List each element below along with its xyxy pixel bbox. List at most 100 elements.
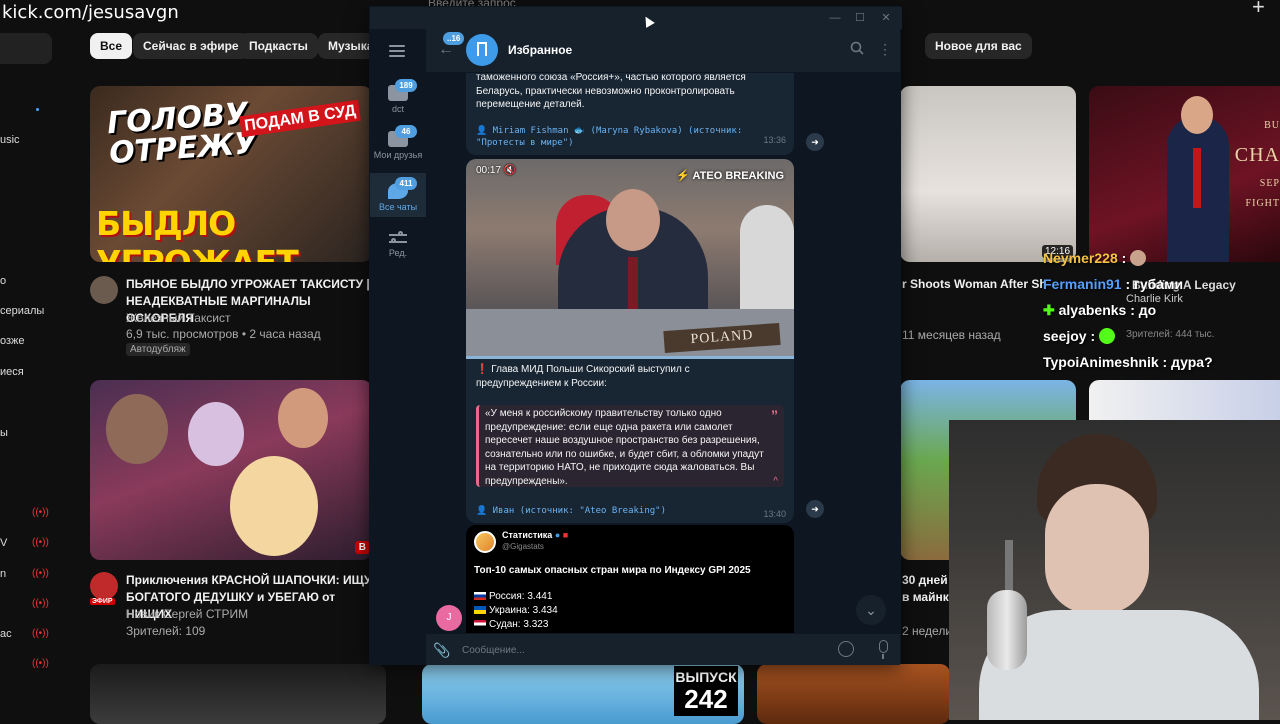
folder-edit[interactable]: Ред. [370,227,426,263]
message-source[interactable]: 👤 Иван (источник: "Ateo Breaking") [476,505,736,517]
unread-badge: 411 [395,177,417,190]
folder-label: Ред. [388,248,408,258]
emoji-icon[interactable] [838,641,854,657]
folder-my-friends[interactable]: Мои друзья 46 [370,123,426,169]
message-bubble[interactable]: таможенного союза «Россия+», частью кото… [466,73,794,155]
channel-name[interactable]: Железный Таксист [126,310,230,326]
video-thumbnail[interactable]: ГОЛОВУ ОТРЕЖУ ПОДАМ В СУД БЫДЛО УГРОЖАЕТ [90,86,372,262]
video-thumbnail[interactable]: BU CHA SEP FIGHT [1089,86,1280,262]
chat-title[interactable]: Избранное [508,43,572,57]
folder-label: Все чаты [378,202,418,212]
folder-dct[interactable]: dct 189 [370,77,426,114]
quote-block[interactable]: «У меня к российскому правительству толь… [476,405,784,487]
sidebar-item[interactable]: иеся [0,366,24,378]
folder-all-chats[interactable]: Все чаты 411 [370,173,426,217]
video-title-line2[interactable]: в майнкр [902,589,956,606]
more-options-icon[interactable]: ⋮ [878,41,892,58]
live-badge: В [354,541,370,554]
sidebar-item[interactable]: V [0,537,7,549]
video-progress-bar[interactable] [466,356,794,359]
video-brand: ⚡ ATEO BREAKING [676,170,784,182]
channel-avatar[interactable] [90,276,118,304]
microphone [987,590,1027,670]
message-bubble[interactable]: POLAND 00:17 🔇 ⚡ ATEO BREAKING ❗ Глава М… [466,159,794,523]
channel-name[interactable]: Новик Сергей СТРИМ [126,606,248,622]
video-thumbnail[interactable] [757,664,950,724]
chat-header: ← ..16 Избранное ⋮ [426,29,900,73]
video-thumbnail[interactable]: 12:16 [900,86,1076,262]
mute-icon[interactable]: 🔇 [504,165,516,176]
live-icon: ((•)) [32,537,49,548]
sidebar-item[interactable]: озже [0,335,25,347]
message-input[interactable] [460,641,820,659]
microphone-icon[interactable] [879,640,888,659]
channel-avatar[interactable] [90,572,118,600]
chat-text: : губами [1125,276,1184,292]
emote-icon [1099,328,1116,344]
chat-text: : [1121,250,1127,266]
video-thumbnail[interactable]: ВЫПУСК 242 [422,664,744,724]
flag-badge-icon: ■ [562,530,569,540]
video-title[interactable]: r Shoots Woman After Sh [902,276,1047,293]
stat-row: Судан: 3.323 [474,619,548,630]
close-icon[interactable]: ✕ [875,9,897,27]
folder-label: dct [391,104,404,114]
episode-number: 242 [684,684,728,714]
forward-icon[interactable]: ➜ [806,133,824,151]
video-meta: Зрителей: 444 тыс. [1126,329,1215,340]
message-composer: 📎 [426,633,900,665]
post-title: Топ-10 самых опасных стран мира по Индек… [474,565,751,576]
message-list[interactable]: таможенного союза «Россия+», частью кото… [426,73,900,633]
unread-badge: 189 [395,79,417,92]
video-thumbnail[interactable]: В [90,380,372,560]
chat-username[interactable]: Neymer228 [1043,250,1118,266]
video-attachment[interactable]: POLAND 00:17 🔇 ⚡ ATEO BREAKING [466,159,794,359]
sidebar-item[interactable]: usic [0,134,20,146]
forward-icon[interactable]: ➜ [806,500,824,518]
chat-username[interactable]: Fermanin91 [1043,276,1122,292]
search-icon[interactable] [850,41,864,58]
video-title[interactable]: 30 дней г [902,572,956,589]
youtube-sidebar-search[interactable] [0,33,52,64]
chip-new-for-you[interactable]: Новое для вас [925,33,1032,59]
collapse-quote-icon[interactable]: ^ [773,476,778,487]
sidebar-item[interactable]: ас [0,628,12,640]
hamburger-menu-icon[interactable] [389,45,405,57]
message-time: 13:40 [763,509,786,519]
streamer-webcam [949,420,1280,720]
verified-icon: ● [554,530,561,540]
user-avatar[interactable]: J [436,605,462,631]
chip-all[interactable]: Все [90,33,133,59]
ukraine-flag-icon [474,606,486,614]
message-text: таможенного союза «Россия+», частью кото… [476,73,746,110]
sidebar-item[interactable]: сериалы [0,305,44,317]
emote-icon [1130,250,1147,266]
chat-username[interactable]: TypoiAnimeshnik [1043,354,1159,370]
window-titlebar[interactable]: — ☐ ✕ [370,7,902,29]
chip-podcasts[interactable]: Подкасты [239,33,318,59]
sidebar-item[interactable]: о [0,275,6,287]
chat-username[interactable]: alyabenks [1059,302,1127,318]
scroll-down-icon[interactable]: ⌄ [856,595,886,625]
chat-username[interactable]: seejoy [1043,328,1087,344]
attach-icon[interactable]: 📎 [433,642,450,659]
chat-message: TypoiAnimeshnik : дура? [1043,354,1213,370]
chip-live[interactable]: Сейчас в эфире [133,33,249,59]
folder-sidebar: dct 189 Мои друзья 46 Все чаты 411 Ред. [370,29,426,665]
message-bubble[interactable]: Статистика ● ■ @Gigastats Топ-10 самых о… [466,525,794,633]
video-thumbnail[interactable] [1089,380,1280,424]
brand-bolt-icon: ⚡ [676,170,690,182]
auto-dub-badge: Автодубляж [126,343,190,356]
live-icon: ((•)) [32,568,49,579]
chat-text: : до [1130,302,1157,318]
create-plus-icon[interactable]: + [1252,0,1265,20]
sidebar-item[interactable]: ы [0,427,8,439]
minimize-icon[interactable]: — [824,9,846,27]
saved-messages-avatar[interactable] [466,34,498,66]
message-source[interactable]: 👤 Miriam Fishman 🐟 (Maryna Rybakova) (ис… [476,125,756,149]
video-thumbnail[interactable] [90,664,386,724]
video-meta: Зрителей: 109 [126,624,206,638]
channel-handle: @Gigastats [502,542,544,551]
sidebar-item[interactable]: n [0,568,6,580]
maximize-icon[interactable]: ☐ [849,9,871,27]
